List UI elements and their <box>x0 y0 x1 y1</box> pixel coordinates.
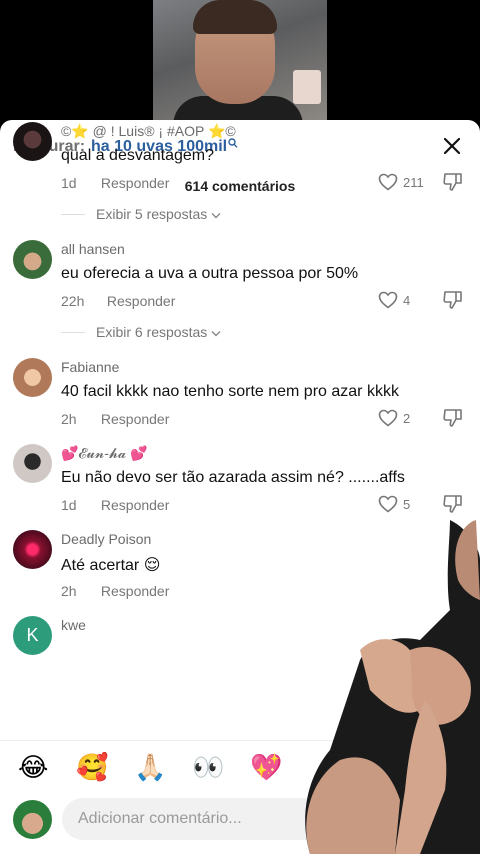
comment-text: eu oferecia a uva a outra pessoa por 50% <box>61 265 359 282</box>
like-button[interactable]: 211 <box>378 173 424 191</box>
like-count: 4 <box>403 292 411 308</box>
comment-text: qual a desvantagem? <box>61 147 214 164</box>
comment-username[interactable]: ©⭐ @ ! Luis® ¡ #AOP ⭐© <box>61 123 236 140</box>
emoji-eyes[interactable]: 👀 <box>192 753 224 783</box>
comment-meta: 1d Responder <box>61 497 169 513</box>
reply-button[interactable]: Responder <box>101 175 170 191</box>
comment-time: 2h <box>61 583 77 599</box>
like-button[interactable]: 4 <box>378 291 410 309</box>
reply-button[interactable]: Responder <box>101 411 170 427</box>
avatar[interactable] <box>13 240 52 279</box>
avatar[interactable] <box>13 358 52 397</box>
emoji-tears-of-joy[interactable]: 😂 <box>18 753 48 783</box>
chevron-down-icon <box>211 324 221 340</box>
comment-meta: 22h Responder <box>61 293 175 309</box>
emoji-sparkling-heart[interactable]: 💖 <box>250 753 282 783</box>
comment-username[interactable]: all hansen <box>61 241 125 257</box>
comment-meta: 2h Responder <box>61 583 169 599</box>
like-count: 5 <box>403 496 411 512</box>
comment-meta: 2h Responder <box>61 411 169 427</box>
thumbs-down-icon[interactable] <box>442 290 464 315</box>
view-replies-label: Exibir 6 respostas <box>96 324 208 340</box>
divider <box>61 331 85 333</box>
comment-text: Eu não devo ser tão azarada assim né? ..… <box>61 469 405 486</box>
close-icon[interactable] <box>440 134 464 158</box>
heart-icon <box>378 173 398 191</box>
comment-time: 1d <box>61 497 77 513</box>
thumbs-down-icon[interactable] <box>442 172 464 197</box>
avatar[interactable] <box>13 530 52 569</box>
comment-username[interactable]: Fabianne <box>61 359 119 375</box>
chevron-down-icon <box>211 206 221 222</box>
like-button[interactable]: 2 <box>378 409 410 427</box>
video-background-object <box>293 70 321 104</box>
avatar[interactable]: K <box>13 616 52 655</box>
heart-icon <box>378 291 398 309</box>
comment-composer: Adicionar comentário... <box>0 796 480 854</box>
emoji-smiling-hearts[interactable]: 🥰 <box>76 753 108 783</box>
avatar[interactable] <box>13 122 52 161</box>
thumbs-down-icon[interactable] <box>442 408 464 433</box>
view-replies-label: Exibir 5 respostas <box>96 206 208 222</box>
comment-time: 22h <box>61 293 85 309</box>
emoji-folded-hands[interactable]: 🙏🏻 <box>134 753 166 783</box>
comment-username[interactable]: Deadly Poison <box>61 531 151 547</box>
comment-text: Até acertar 😌 <box>61 557 161 574</box>
view-replies-button[interactable]: Exibir 6 respostas <box>61 324 221 340</box>
heart-icon <box>378 495 398 513</box>
reply-button[interactable]: Responder <box>101 583 170 599</box>
comment-time: 1d <box>61 175 77 191</box>
comment-username[interactable]: kwe <box>61 617 86 633</box>
comments-sheet: Procurar: ha 10 uvas 100mil 614 comentár… <box>0 120 480 854</box>
comment-meta: 1d Responder <box>61 175 169 191</box>
comment-input[interactable]: Adicionar comentário... <box>62 798 362 840</box>
reply-button[interactable]: Responder <box>107 293 176 309</box>
video-person-hair <box>193 0 277 34</box>
divider <box>61 213 85 215</box>
emoji-quick-bar: 😂 🥰 🙏🏻 👀 💖 <box>0 740 480 797</box>
view-replies-button[interactable]: Exibir 5 respostas <box>61 206 221 222</box>
thumbs-down-icon[interactable] <box>442 494 464 519</box>
reply-button[interactable]: Responder <box>101 497 170 513</box>
comment-time: 2h <box>61 411 77 427</box>
avatar[interactable] <box>13 444 52 483</box>
like-count: 2 <box>403 410 411 426</box>
like-count: 211 <box>403 174 424 190</box>
avatar <box>13 800 52 839</box>
comment-username[interactable]: 💕𝓔𝓾𝓷-𝓱𝓪 💕 <box>61 445 148 462</box>
heart-icon <box>378 409 398 427</box>
comment-text: 40 facil kkkk nao tenho sorte nem pro az… <box>61 383 399 400</box>
video-thumbnail <box>153 0 327 125</box>
like-button[interactable]: 5 <box>378 495 410 513</box>
